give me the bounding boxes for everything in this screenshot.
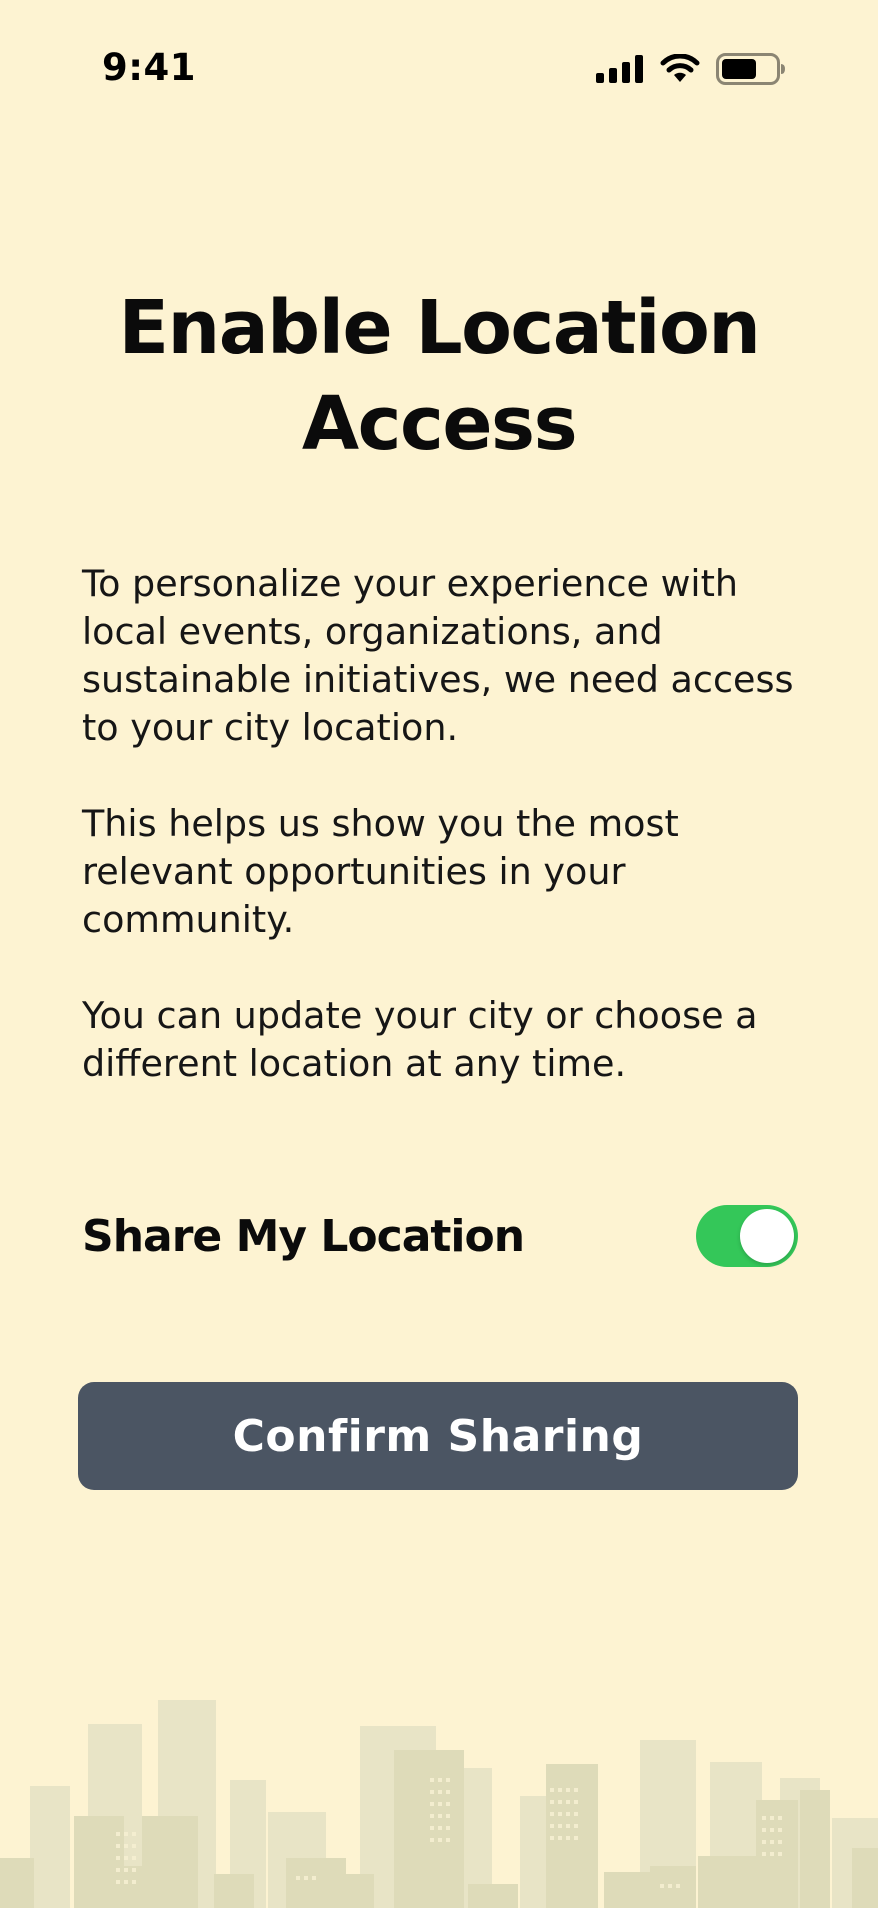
page-title-line2: Access [301, 381, 578, 467]
description: To personalize your experience with loca… [82, 560, 812, 1136]
page-title: Enable Location Access [0, 280, 878, 472]
status-icons [596, 52, 786, 86]
description-paragraph-2: This helps us show you the most relevant… [82, 802, 679, 941]
wifi-icon [660, 54, 700, 82]
page-title-line1: Enable Location [118, 285, 761, 371]
share-location-toggle[interactable] [696, 1205, 798, 1267]
toggle-knob [740, 1209, 794, 1263]
share-location-label: Share My Location [82, 1210, 525, 1262]
status-time: 9:41 [102, 46, 197, 89]
status-bar: 9:41 [0, 0, 878, 140]
battery-icon [716, 53, 785, 85]
share-location-row: Share My Location [82, 1194, 798, 1278]
cellular-signal-icon [596, 55, 643, 83]
description-paragraph-3: You can update your city or choose a dif… [82, 994, 758, 1085]
city-skyline-illustration [0, 1700, 878, 1908]
description-paragraph-1: To personalize your experience with loca… [82, 562, 794, 749]
confirm-sharing-button[interactable]: Confirm Sharing [78, 1382, 798, 1490]
